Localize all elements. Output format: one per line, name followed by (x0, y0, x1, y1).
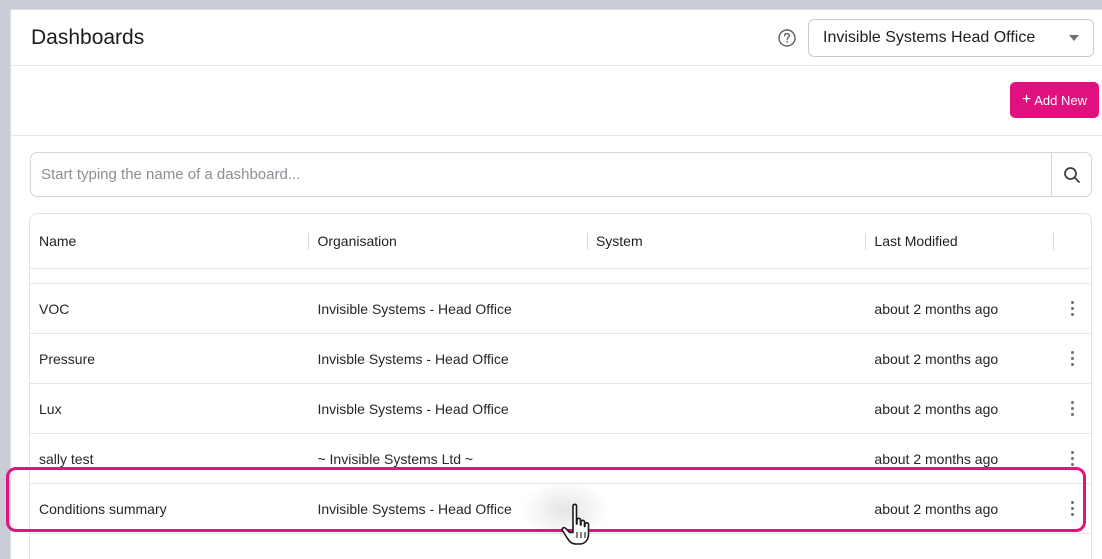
cell-system (587, 284, 865, 333)
cell-organisation: ~ Invisible Systems Ltd ~ (317, 450, 474, 467)
cell-name: sally test (39, 450, 94, 467)
cell-system (587, 434, 865, 483)
row-menu-button[interactable] (1053, 334, 1091, 383)
cell-organisation: Invisible Systems - Head Office (317, 300, 512, 317)
column-header-label: System (595, 233, 643, 249)
table-row[interactable]: sally test ~ Invisible Systems Ltd ~ abo… (30, 434, 1091, 484)
cell-last-modified: about 2 months ago (874, 300, 999, 317)
column-header-actions (1053, 214, 1091, 268)
dashboard-search (30, 152, 1092, 197)
column-header-system[interactable]: System (586, 214, 865, 268)
column-header-last-modified[interactable]: Last Modified (865, 214, 1053, 268)
table-spacer (30, 269, 1091, 284)
search-input[interactable] (31, 153, 1051, 196)
add-new-label: Add New (1034, 92, 1087, 108)
table-row[interactable]: Lux Invisble Systems - Head Office about… (30, 384, 1091, 434)
cell-system (587, 484, 865, 533)
column-header-label: Last Modified (874, 233, 958, 249)
cell-organisation: Invisble Systems - Head Office (317, 400, 509, 417)
kebab-menu-icon (1070, 451, 1074, 466)
column-header-label: Name (39, 233, 77, 249)
column-divider (308, 233, 310, 250)
table-row[interactable]: Pressure Invisble Systems - Head Office … (30, 334, 1091, 384)
column-header-label: Organisation (317, 233, 397, 249)
cell-last-modified: about 2 months ago (874, 500, 999, 517)
row-menu-button[interactable] (1053, 284, 1091, 333)
kebab-menu-icon (1070, 401, 1074, 416)
kebab-menu-icon (1070, 351, 1074, 366)
column-divider (586, 233, 588, 250)
table-row[interactable]: VOC Invisible Systems - Head Office abou… (30, 284, 1091, 334)
cell-organisation: Invisble Systems - Head Office (317, 350, 509, 367)
header-bar: Dashboards Invisible Systems Head Office (11, 10, 1102, 66)
page-title: Dashboards (31, 25, 145, 49)
column-header-organisation[interactable]: Organisation (308, 214, 586, 268)
chevron-down-icon (1069, 34, 1079, 41)
cell-name: VOC (39, 300, 70, 317)
dashboards-panel: Dashboards Invisible Systems Head Office… (10, 9, 1102, 559)
toolbar: + Add New (11, 66, 1102, 136)
help-circle-icon[interactable] (776, 27, 798, 49)
column-divider (865, 233, 867, 250)
column-header-name[interactable]: Name (30, 214, 308, 268)
kebab-menu-icon (1070, 501, 1074, 516)
kebab-menu-icon (1070, 301, 1074, 316)
hand-pointer-icon (561, 503, 590, 545)
row-menu-button[interactable] (1053, 434, 1091, 483)
table-header: Name Organisation System Last Modified (30, 214, 1091, 269)
search-button[interactable] (1051, 153, 1091, 196)
add-new-button[interactable]: + Add New (1009, 82, 1099, 118)
organisation-select[interactable]: Invisible Systems Head Office (808, 18, 1094, 57)
row-menu-button[interactable] (1053, 484, 1091, 533)
cell-name: Lux (39, 400, 62, 417)
cell-name: Pressure (39, 350, 96, 367)
cell-system (587, 334, 865, 383)
cell-last-modified: about 2 months ago (874, 450, 999, 467)
organisation-select-value: Invisible Systems Head Office (823, 28, 1036, 46)
row-menu-button[interactable] (1053, 384, 1091, 433)
search-icon (1063, 166, 1080, 183)
cell-last-modified: about 2 months ago (874, 350, 999, 367)
column-divider (1053, 233, 1055, 250)
plus-icon: + (1021, 91, 1032, 108)
cell-system (587, 384, 865, 433)
cell-last-modified: about 2 months ago (874, 400, 999, 417)
cell-name: Conditions summary (39, 500, 167, 517)
header-controls: Invisible Systems Head Office (776, 18, 1094, 57)
